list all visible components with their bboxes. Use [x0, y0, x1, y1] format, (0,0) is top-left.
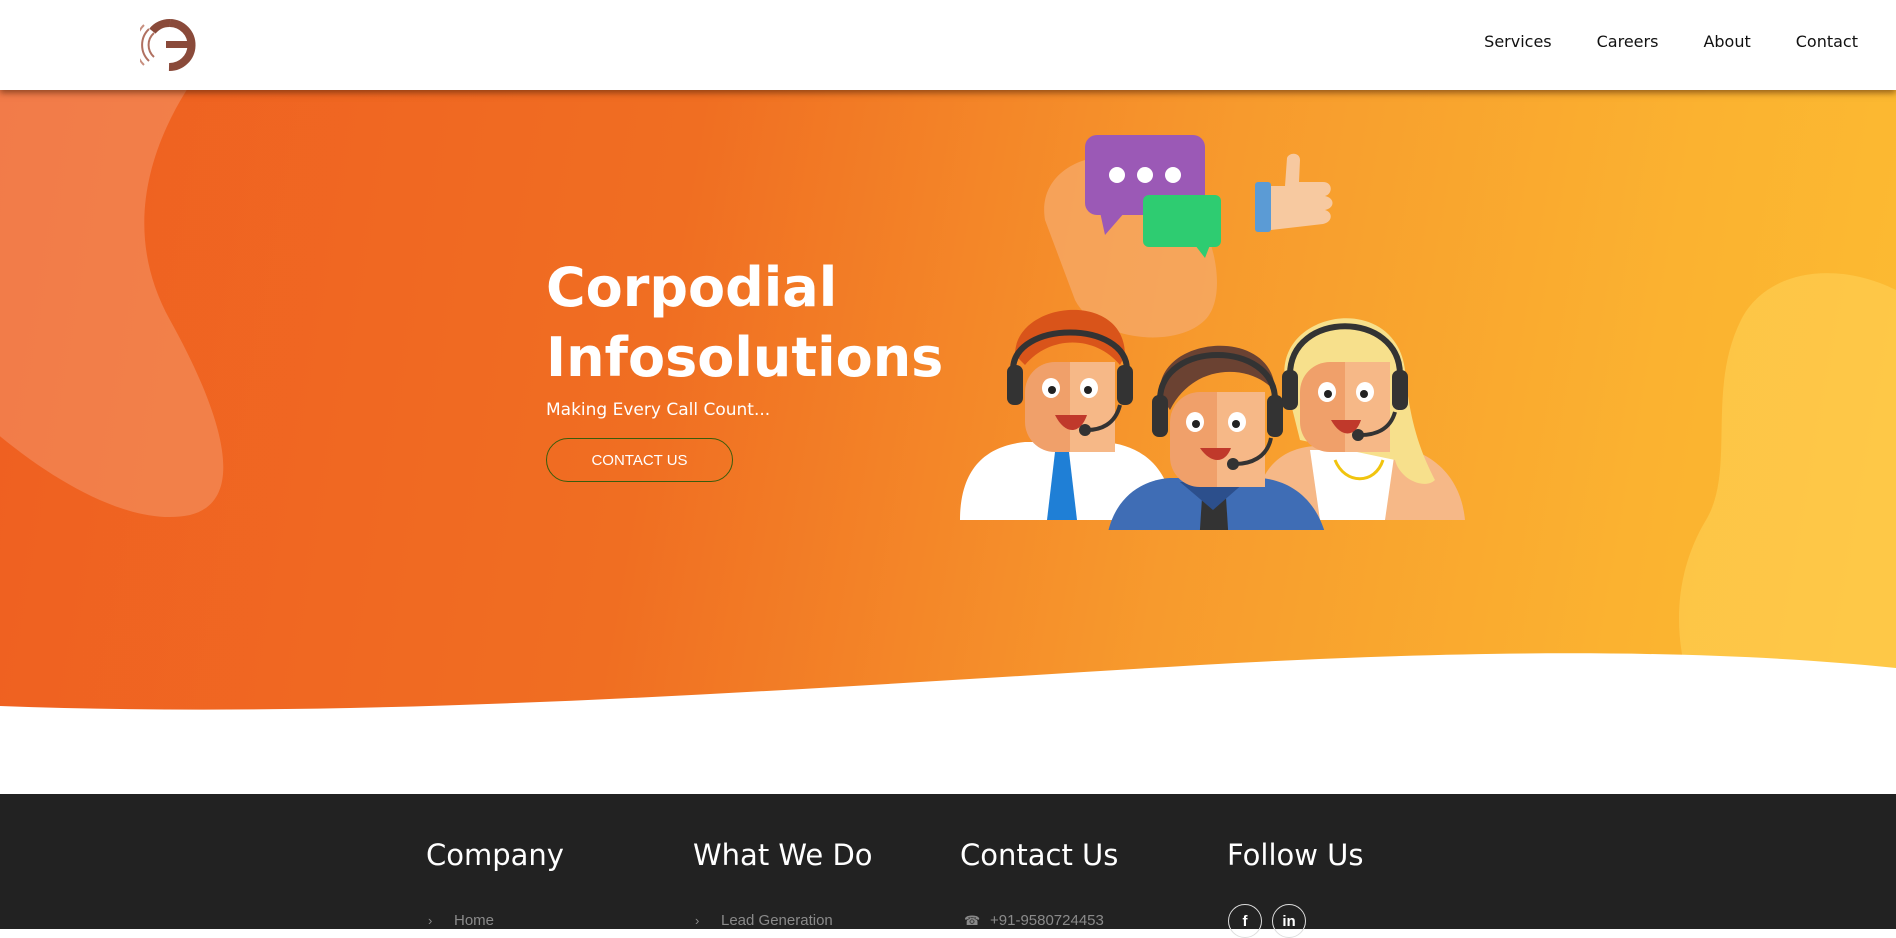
- nav-contact[interactable]: Contact: [1796, 32, 1858, 51]
- footer-link-home[interactable]: › Home: [428, 912, 494, 929]
- site-header: Services Careers About Contact: [0, 0, 1896, 90]
- footer-link-lead-generation-label: Lead Generation: [721, 912, 833, 929]
- footer-column-contact: Contact Us: [960, 838, 1118, 872]
- footer-column-company: Company: [426, 838, 564, 872]
- site-footer: Company › Home What We Do › Lead Generatio…: [0, 794, 1896, 938]
- footer-link-home-label: Home: [454, 912, 495, 929]
- linkedin-icon[interactable]: in: [1272, 904, 1306, 938]
- footer-heading-follow: Follow Us: [1227, 838, 1364, 872]
- chevron-right-icon: ›: [428, 913, 433, 928]
- footer-heading-company: Company: [426, 838, 564, 872]
- contact-us-button[interactable]: CONTACT US: [546, 438, 733, 482]
- footer-heading-what-we-do: What We Do: [693, 838, 873, 872]
- hero-title-line1: Corpodial: [546, 256, 838, 319]
- chevron-right-icon: ›: [695, 913, 700, 928]
- hero-section: Corpodial Infosolutions Making Every Cal…: [0, 90, 1896, 730]
- hero-title: Corpodial Infosolutions: [546, 253, 966, 393]
- hero-tagline: Making Every Call Count...: [546, 400, 771, 420]
- footer-link-lead-generation[interactable]: › Lead Generation: [695, 912, 833, 929]
- corpodial-logo-icon[interactable]: [140, 15, 200, 75]
- main-nav: Services Careers About Contact: [1484, 32, 1858, 51]
- decorative-blob-left: [0, 90, 224, 517]
- footer-column-what-we-do: What We Do: [693, 838, 873, 872]
- nav-services[interactable]: Services: [1484, 32, 1551, 51]
- nav-careers[interactable]: Careers: [1597, 32, 1659, 51]
- chat-bubble-green-icon: [1143, 195, 1221, 247]
- footer-column-follow: Follow Us: [1227, 838, 1364, 872]
- footer-heading-contact: Contact Us: [960, 838, 1119, 872]
- facebook-icon[interactable]: f: [1228, 904, 1262, 938]
- phone-icon: ☎: [964, 913, 981, 928]
- footer-phone[interactable]: ☎ +91-9580724453: [964, 912, 1104, 929]
- thumbs-up-icon: [1255, 153, 1333, 232]
- nav-about[interactable]: About: [1703, 32, 1750, 51]
- footer-phone-label: +91-9580724453: [990, 912, 1104, 929]
- hero-title-line2: Infosolutions: [546, 326, 944, 389]
- social-links: f in: [1228, 904, 1306, 938]
- call-center-agents-illustration: [960, 135, 1465, 530]
- hero-bottom-wave: [0, 653, 1896, 730]
